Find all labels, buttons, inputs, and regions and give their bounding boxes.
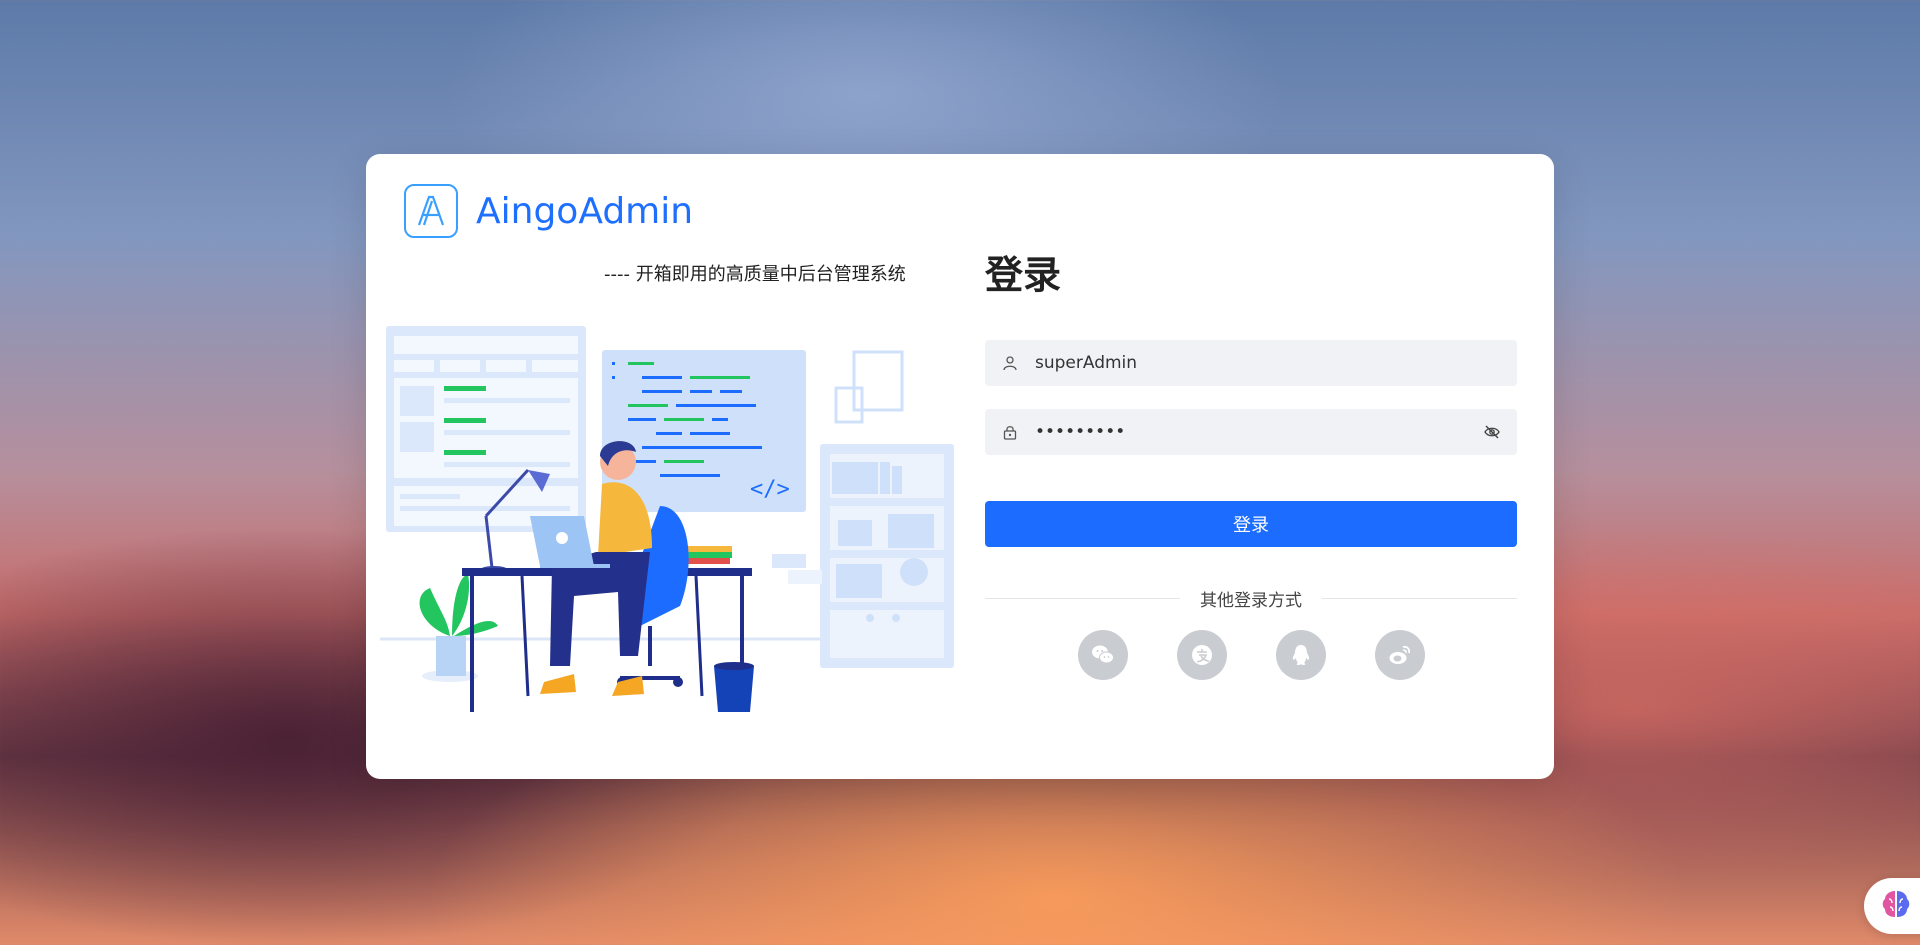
alipay-icon[interactable] [1176,630,1227,680]
qq-icon[interactable] [1275,630,1326,680]
username-field[interactable] [985,340,1517,386]
login-button[interactable]: 登录 [985,501,1517,547]
login-card: AingoAdmin ---- 开箱即用的高质量中后台管理系统 </> 登录 s… [366,154,1554,779]
eye-off-icon[interactable] [1483,423,1501,441]
other-login-divider: 其他登录方式 [985,586,1517,611]
other-login-label: 其他登录方式 [1200,590,1302,611]
brand-header: AingoAdmin [404,184,693,238]
divider-line [985,597,1180,599]
password-input[interactable] [1033,421,1473,443]
divider-line [1322,597,1517,599]
weibo-icon[interactable] [1374,630,1425,680]
lock-icon [1001,423,1019,441]
user-icon [1001,354,1019,372]
login-title: 登录 [985,253,1062,297]
login-illustration: </> [380,326,954,712]
svg-text:</>: </> [750,477,790,502]
brand-slogan: ---- 开箱即用的高质量中后台管理系统 [604,264,906,285]
password-field[interactable] [985,409,1517,455]
username-input[interactable] [1033,352,1501,374]
app-logo-icon [404,184,458,238]
brand-name: AingoAdmin [476,190,694,232]
login-form: 登录 superAdmin 登录 其他登录方式 [985,250,1517,680]
floating-assistant-button[interactable] [1864,878,1920,934]
brain-icon [1879,887,1913,925]
social-login-list [985,630,1517,680]
wechat-icon[interactable] [1077,630,1128,680]
